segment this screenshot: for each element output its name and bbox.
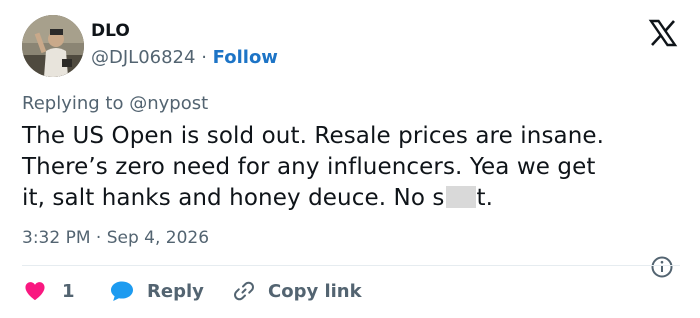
date-separator: ·	[95, 228, 102, 248]
tweet-text: The US Open is sold out. Resale prices a…	[22, 121, 682, 214]
action-bar: 1 Reply Copy link	[22, 276, 682, 306]
tweet-text-fragment: it, salt hanks and honey deuce. No s	[22, 185, 445, 211]
avatar[interactable]	[22, 15, 84, 77]
divider	[22, 265, 680, 266]
replying-mention-link[interactable]: @nypost	[129, 93, 208, 114]
like-button[interactable]: 1	[24, 276, 75, 306]
follow-button[interactable]: Follow	[213, 47, 278, 68]
link-icon	[234, 281, 254, 301]
x-logo-icon[interactable]	[648, 18, 678, 48]
tweet-header: DLO @DJL06824 · Follow	[22, 14, 682, 80]
author-handle[interactable]: @DJL06824	[91, 47, 195, 68]
timestamp[interactable]: 3:32 PM · Sep 4, 2026	[22, 228, 209, 248]
copy-link-label: Copy link	[268, 280, 362, 302]
replying-to: Replying to @nypost	[22, 93, 208, 114]
heart-icon	[25, 282, 45, 301]
tweet-date: Sep 4, 2026	[106, 228, 210, 248]
reply-button[interactable]: Reply	[110, 276, 204, 306]
censor-block	[445, 186, 476, 208]
avatar-image	[22, 15, 84, 77]
copy-link-button[interactable]: Copy link	[232, 276, 362, 306]
tweet-text-line: The US Open is sold out. Resale prices a…	[22, 123, 605, 149]
speech-bubble-icon	[111, 281, 133, 301]
tweet-text-line: There’s zero need for any influencers. Y…	[22, 154, 596, 180]
handle-separator: ·	[201, 47, 207, 68]
tweet-text-fragment: t.	[476, 185, 494, 211]
handle-row: @DJL06824 · Follow	[91, 47, 278, 68]
reply-label: Reply	[147, 280, 204, 302]
tweet-text-line: it, salt hanks and honey deuce. No s t.	[22, 183, 682, 214]
replying-prefix: Replying to	[22, 93, 124, 114]
like-count: 1	[62, 280, 75, 302]
author-name[interactable]: DLO	[91, 21, 130, 41]
tweet-time: 3:32 PM	[22, 228, 91, 248]
